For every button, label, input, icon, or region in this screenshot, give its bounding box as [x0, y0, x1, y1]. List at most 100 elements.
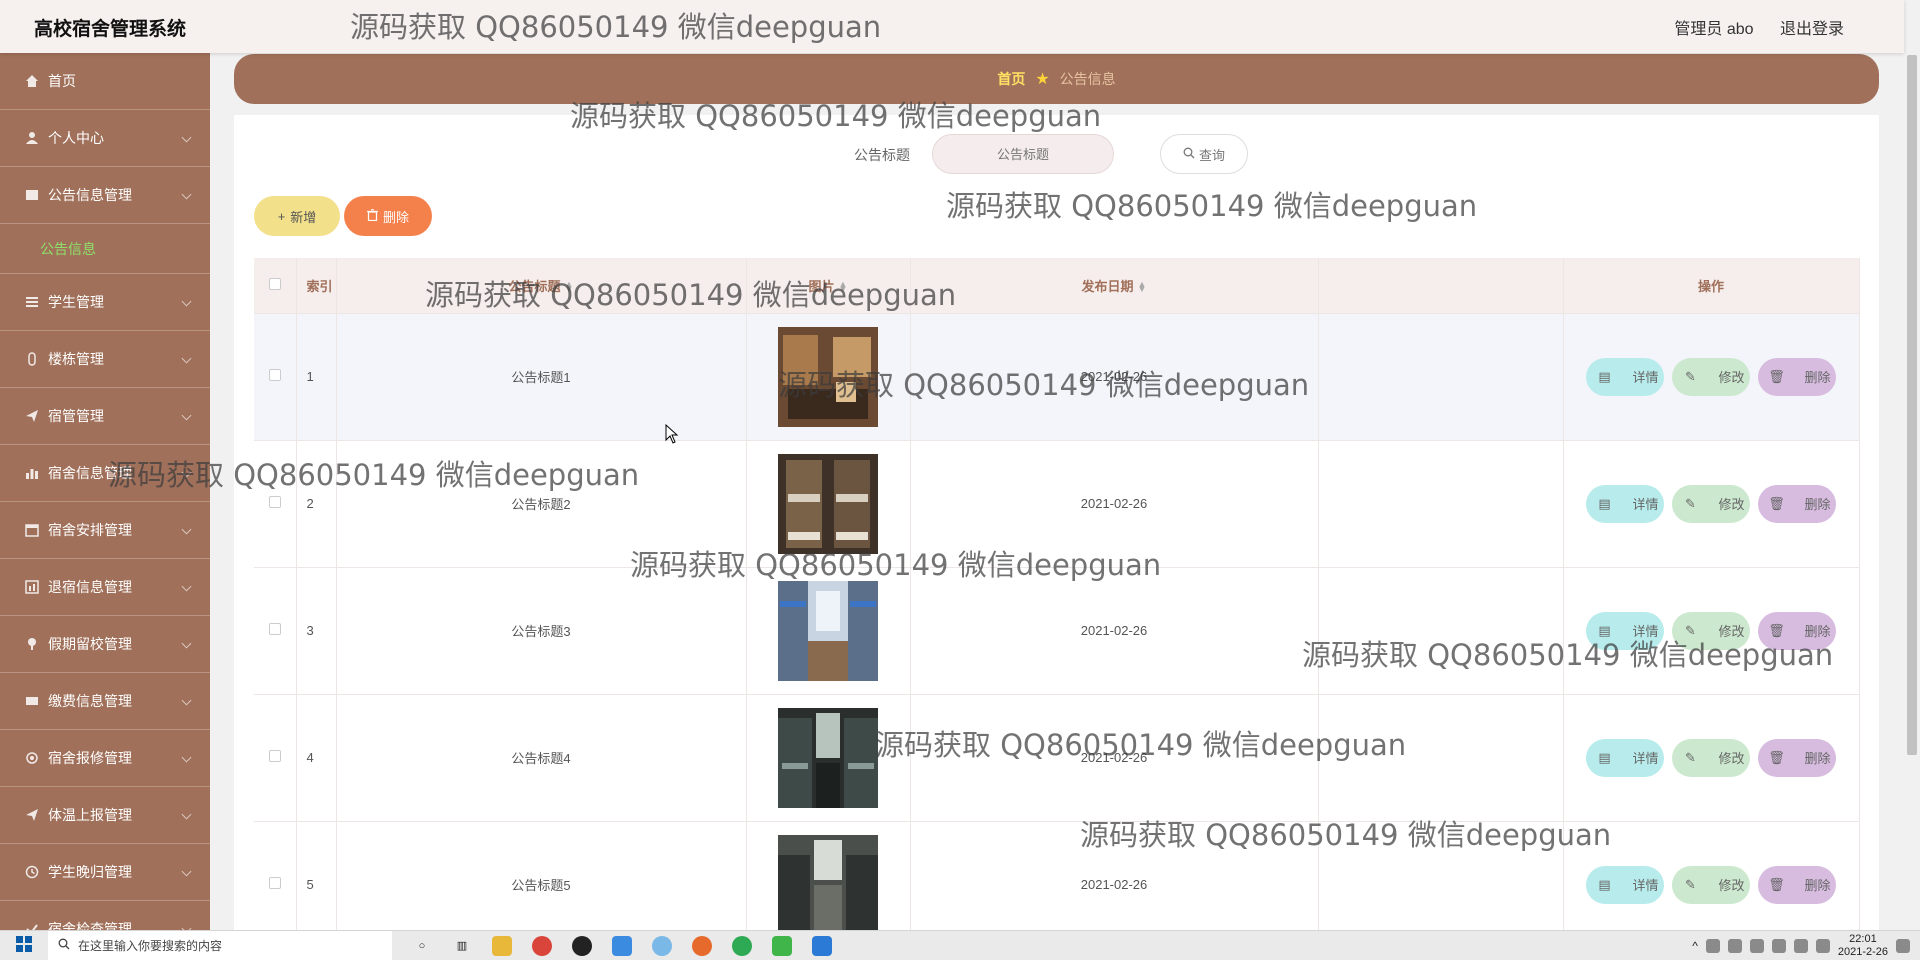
edit-button[interactable]: ✎ 修改	[1672, 357, 1750, 396]
detail-button[interactable]: ▤ 详情	[1586, 738, 1664, 777]
edit-button[interactable]: ✎ 修改	[1672, 611, 1750, 650]
delete-row-button[interactable]: 🗑 删除	[1758, 357, 1836, 396]
pencil-icon: ✎	[1685, 368, 1696, 384]
row-checkbox[interactable]	[268, 750, 281, 762]
firefox-icon[interactable]	[692, 935, 712, 956]
browser-360-icon[interactable]	[732, 935, 752, 956]
sidebar-item-checkout[interactable]: 退宿信息管理	[0, 559, 210, 616]
table-row[interactable]: 2 公告标题2 2021-02-26 ▤ 详情 ✎ 修改 🗑 删除	[254, 439, 1860, 567]
delete-row-button-label: 删除	[1804, 624, 1831, 639]
sidebar-item-dorm-info[interactable]: 宿舍信息管理	[0, 445, 210, 502]
tray-app-icon[interactable]	[1749, 939, 1764, 953]
sidebar-item-notice[interactable]: 公告信息管理	[0, 167, 210, 224]
sidebar-item-buildings[interactable]: 楼栋管理	[0, 331, 210, 388]
cloud-app-icon[interactable]	[612, 935, 632, 956]
detail-button[interactable]: ▤ 详情	[1586, 611, 1664, 650]
sidebar-item-inspection[interactable]: 宿舍检查管理	[0, 901, 210, 930]
row-checkbox-cell[interactable]	[254, 312, 297, 440]
delete-row-button[interactable]: 🗑 删除	[1758, 738, 1836, 777]
table-row[interactable]: 4 公告标题4 2021-02-26 ▤ 详情 ✎ 修改 🗑 删除	[254, 693, 1860, 821]
batch-delete-button[interactable]: 删除	[344, 196, 432, 236]
select-all-cell[interactable]	[254, 258, 297, 313]
chrome-icon[interactable]	[532, 935, 552, 956]
delete-row-button[interactable]: 🗑 删除	[1758, 484, 1836, 523]
sort-icon[interactable]: ▲ ▼	[839, 280, 848, 294]
select-all-checkbox[interactable]	[268, 277, 281, 290]
tray-app-icon[interactable]	[1705, 939, 1720, 953]
editor-app-icon[interactable]	[812, 935, 832, 956]
search-button[interactable]: 查询	[1160, 134, 1248, 174]
sidebar-item-label: 学生晚归管理	[48, 864, 132, 880]
trash-icon: 🗑	[1768, 368, 1785, 384]
network-icon[interactable]	[1793, 939, 1808, 953]
sidebar-item-holiday[interactable]: 假期留校管理	[0, 616, 210, 673]
row-checkbox-cell[interactable]	[254, 566, 297, 694]
sidebar-item-late-return[interactable]: 学生晚归管理	[0, 844, 210, 901]
row-checkbox-cell[interactable]	[254, 693, 297, 821]
star-icon: ★	[1035, 71, 1050, 88]
row-checkbox[interactable]	[268, 496, 281, 508]
detail-button[interactable]: ▤ 详情	[1586, 357, 1664, 396]
row-checkbox[interactable]	[268, 623, 281, 635]
sort-icon[interactable]: ▲ ▼	[565, 280, 574, 294]
table-row[interactable]: 3 公告标题3 2021-02-26 ▤ 详情 ✎ 修改 🗑 删除	[254, 566, 1860, 694]
column-header-title[interactable]: 公告标题 ▲ ▼	[336, 258, 747, 313]
start-button[interactable]	[0, 931, 48, 960]
detail-button[interactable]: ▤ 详情	[1586, 484, 1664, 523]
row-checkbox[interactable]	[268, 369, 281, 381]
row-checkbox-cell[interactable]	[254, 820, 297, 948]
sort-icon[interactable]: ▲ ▼	[1138, 280, 1147, 294]
sidebar-item-repairs[interactable]: 宿舍报修管理	[0, 730, 210, 787]
main-panel: 公告标题 查询 + 新增 删除 索引 公告标题 ▲▼ 图片 ▲▼ 发布日期 ▲▼ 操作	[234, 115, 1879, 948]
sidebar-item-temperature[interactable]: 体温上报管理	[0, 787, 210, 844]
taskbar-search-box[interactable]: 在这里输入你要搜索的内容	[48, 930, 392, 960]
search-input[interactable]	[932, 134, 1114, 174]
network-app-icon[interactable]	[652, 935, 672, 956]
volume-icon[interactable]	[1815, 939, 1830, 953]
table-row[interactable]: 1 公告标题1 2021-02-26 ▤ 详情 ✎ 修改 🗑 删除	[254, 312, 1860, 440]
qq-icon[interactable]	[572, 935, 592, 956]
column-header-image[interactable]: 图片 ▲ ▼	[746, 258, 911, 313]
dorm-photo-1	[778, 326, 878, 427]
scrollbar-thumb[interactable]	[1907, 55, 1917, 755]
file-explorer-icon[interactable]	[492, 935, 512, 956]
edit-button[interactable]: ✎ 修改	[1672, 484, 1750, 523]
wechat-icon[interactable]	[772, 935, 792, 956]
row-title: 公告标题5	[336, 820, 747, 948]
sidebar-item-students[interactable]: 学生管理	[0, 274, 210, 331]
tray-app-icon[interactable]	[1771, 939, 1786, 953]
sidebar-item-home[interactable]: 首页	[0, 53, 210, 110]
edit-button[interactable]: ✎ 修改	[1672, 738, 1750, 777]
notification-icon[interactable]	[1896, 939, 1910, 953]
delete-row-button[interactable]: 🗑 删除	[1758, 865, 1836, 904]
clock-date: 2021-2-26	[1837, 946, 1888, 958]
edit-button[interactable]: ✎ 修改	[1672, 865, 1750, 904]
row-checkbox[interactable]	[268, 877, 281, 890]
edit-button-label: 修改	[1718, 624, 1745, 639]
sidebar-item-managers[interactable]: 宿管管理	[0, 388, 210, 445]
logout-link[interactable]: 退出登录	[1780, 21, 1844, 38]
pencil-icon: ✎	[1685, 495, 1696, 511]
clock-time: 22:01	[1849, 933, 1877, 945]
sidebar-item-dorm-arrange[interactable]: 宿舍安排管理	[0, 502, 210, 559]
cortana-icon[interactable]: ○	[412, 936, 432, 956]
add-button[interactable]: + 新增	[254, 196, 340, 236]
sidebar-subitem-notice-info[interactable]: 公告信息	[0, 224, 210, 274]
sidebar-item-fees[interactable]: 缴费信息管理	[0, 673, 210, 730]
sidebar-item-label: 宿舍安排管理	[48, 522, 132, 538]
delete-row-button-label: 删除	[1804, 878, 1831, 894]
breadcrumb-home[interactable]: 首页	[997, 69, 1025, 89]
taskbar-clock[interactable]: 22:01 2021-2-26	[1838, 933, 1888, 959]
page-scrollbar[interactable]	[1904, 53, 1920, 930]
table-row[interactable]: 5 公告标题5 2021-02-26 ▤ 详情 ✎ 修改 🗑 删除	[254, 820, 1860, 948]
tray-app-icon[interactable]	[1727, 939, 1742, 953]
sidebar-item-profile[interactable]: 个人中心	[0, 110, 210, 167]
detail-button[interactable]: ▤ 详情	[1586, 865, 1664, 904]
row-checkbox-cell[interactable]	[254, 439, 297, 567]
column-header-date[interactable]: 发布日期 ▲ ▼	[910, 258, 1319, 313]
trash-icon: 🗑	[1768, 876, 1785, 892]
task-view-icon[interactable]: ▥	[452, 936, 472, 956]
taskbar-search-placeholder: 在这里输入你要搜索的内容	[78, 939, 223, 953]
delete-row-button[interactable]: 🗑 删除	[1758, 611, 1836, 650]
tray-chevron-up-icon[interactable]: ^	[1692, 939, 1698, 953]
